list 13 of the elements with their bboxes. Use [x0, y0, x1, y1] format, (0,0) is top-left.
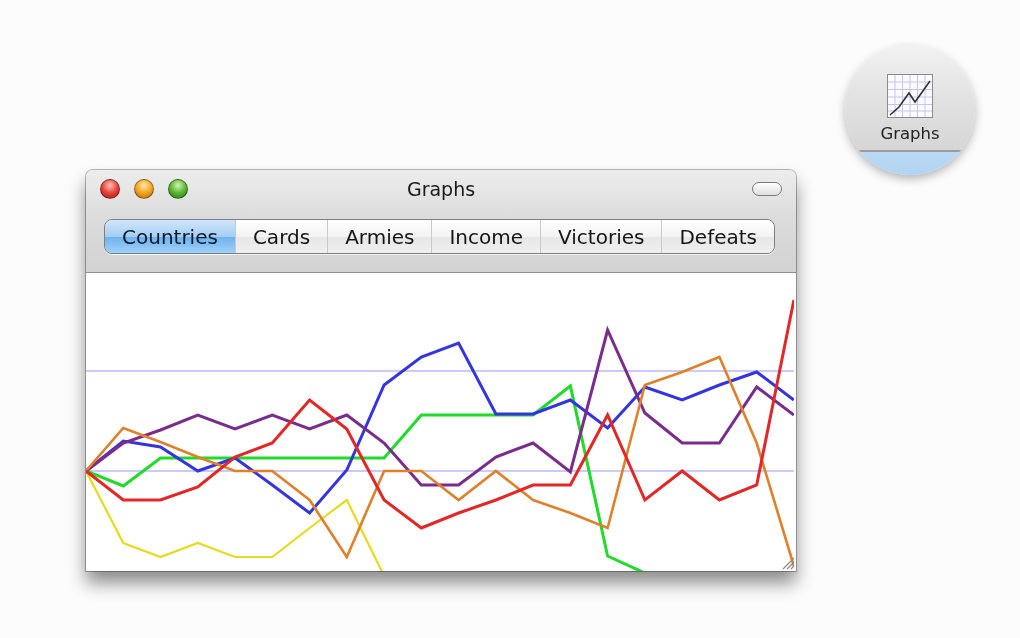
toolbar-toggle-button[interactable] — [752, 182, 782, 196]
tab[interactable]: Cards — [234, 220, 328, 253]
minimize-button[interactable] — [134, 179, 154, 199]
tab[interactable]: Income — [431, 220, 541, 253]
tab[interactable]: Victories — [540, 220, 662, 253]
tab[interactable]: Countries — [105, 220, 235, 253]
close-button[interactable] — [100, 179, 120, 199]
window-title: Graphs — [406, 178, 476, 200]
tab[interactable]: Armies — [327, 220, 432, 253]
zoom-button[interactable] — [168, 179, 188, 199]
tab[interactable]: Defeats — [661, 220, 774, 253]
toolbar-button[interactable]: Graphs — [845, 45, 975, 175]
line-chart-icon — [887, 74, 933, 118]
